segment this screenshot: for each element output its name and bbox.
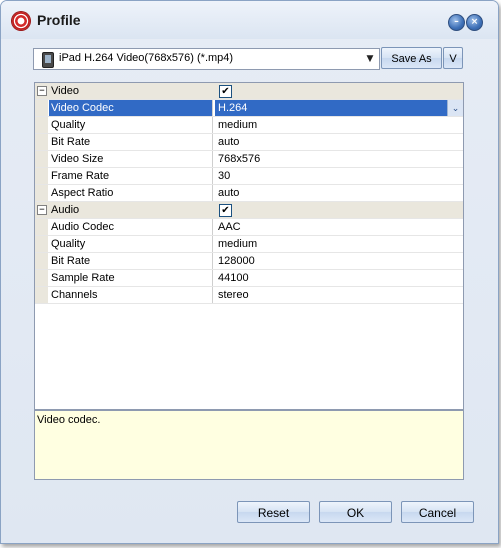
property-value[interactable]: stereo [215, 287, 463, 303]
profile-window: Profile – × iPad H.264 Video(768x576) (*… [0, 0, 499, 544]
property-name: Bit Rate [49, 253, 213, 269]
property-value[interactable]: 768x576 [215, 151, 463, 167]
property-row-video-bit-rate[interactable]: Bit Rate auto [35, 134, 463, 151]
collapse-icon[interactable]: − [37, 205, 47, 215]
app-logo-icon [12, 12, 30, 30]
row-gutter [35, 219, 48, 235]
category-enabled-checkbox[interactable]: ✔ [219, 85, 232, 98]
value-dropdown-chevron-icon[interactable]: ⌄ [447, 100, 463, 116]
row-gutter [35, 287, 48, 303]
reset-button[interactable]: Reset [237, 501, 310, 523]
row-gutter [35, 168, 48, 184]
description-pane: Video codec. [34, 410, 464, 480]
ipad-device-icon [42, 52, 54, 68]
property-grid: − Video ✔ Video Codec H.264 ⌄ Quality medium Bit… [34, 82, 464, 410]
property-value[interactable]: 44100 [215, 270, 463, 286]
property-value[interactable]: auto [215, 134, 463, 150]
property-row-video-frame-rate[interactable]: Frame Rate 30 [35, 168, 463, 185]
row-gutter [35, 151, 48, 167]
category-label: Video [51, 85, 79, 97]
category-row-video[interactable]: − Video ✔ [35, 83, 463, 100]
property-name: Video Codec [49, 100, 213, 116]
property-name: Quality [49, 117, 213, 133]
property-row-video-video-size[interactable]: Video Size 768x576 [35, 151, 463, 168]
property-row-audio-quality[interactable]: Quality medium [35, 236, 463, 253]
dropdown-arrow-icon[interactable]: ▼ [361, 49, 379, 69]
property-name: Audio Codec [49, 219, 213, 235]
row-gutter [35, 134, 48, 150]
category-enabled-checkbox[interactable]: ✔ [219, 204, 232, 217]
property-value[interactable]: medium [215, 236, 463, 252]
property-name: Video Size [49, 151, 213, 167]
property-row-video-quality[interactable]: Quality medium [35, 117, 463, 134]
window-title: Profile [37, 12, 81, 28]
property-value[interactable]: AAC [215, 219, 463, 235]
property-value[interactable]: 128000 [215, 253, 463, 269]
row-gutter [35, 270, 48, 286]
minimize-icon[interactable]: – [448, 14, 465, 31]
property-name: Frame Rate [49, 168, 213, 184]
property-value[interactable]: medium [215, 117, 463, 133]
property-value[interactable]: H.264 [215, 100, 463, 116]
property-name: Aspect Ratio [49, 185, 213, 201]
profile-dropdown[interactable]: iPad H.264 Video(768x576) (*.mp4) ▼ [33, 48, 380, 70]
row-gutter [35, 253, 48, 269]
category-row-audio[interactable]: − Audio ✔ [35, 202, 463, 219]
property-value[interactable]: 30 [215, 168, 463, 184]
property-name: Quality [49, 236, 213, 252]
ok-button[interactable]: OK [319, 501, 392, 523]
property-row-audio-audio-codec[interactable]: Audio Codec AAC [35, 219, 463, 236]
close-icon[interactable]: × [466, 14, 483, 31]
property-value[interactable]: auto [215, 185, 463, 201]
description-text: Video codec. [37, 414, 101, 426]
property-name: Channels [49, 287, 213, 303]
title-bar[interactable]: Profile – × [1, 1, 498, 39]
save-as-menu-button[interactable]: V [443, 47, 463, 69]
save-as-button[interactable]: Save As [381, 47, 442, 69]
property-row-video-aspect-ratio[interactable]: Aspect Ratio auto [35, 185, 463, 202]
row-gutter [35, 185, 48, 201]
row-gutter [35, 236, 48, 252]
collapse-icon[interactable]: − [37, 86, 47, 96]
property-row-audio-sample-rate[interactable]: Sample Rate 44100 [35, 270, 463, 287]
row-gutter [35, 117, 48, 133]
profile-dropdown-value: iPad H.264 Video(768x576) (*.mp4) [59, 52, 234, 64]
category-label: Audio [51, 204, 80, 216]
cancel-button[interactable]: Cancel [401, 501, 474, 523]
property-row-audio-bit-rate[interactable]: Bit Rate 128000 [35, 253, 463, 270]
property-row-audio-channels[interactable]: Channels stereo [35, 287, 463, 304]
property-name: Sample Rate [49, 270, 213, 286]
property-row-video-video-codec[interactable]: Video Codec H.264 ⌄ [35, 100, 463, 117]
property-name: Bit Rate [49, 134, 213, 150]
row-gutter [35, 100, 48, 116]
